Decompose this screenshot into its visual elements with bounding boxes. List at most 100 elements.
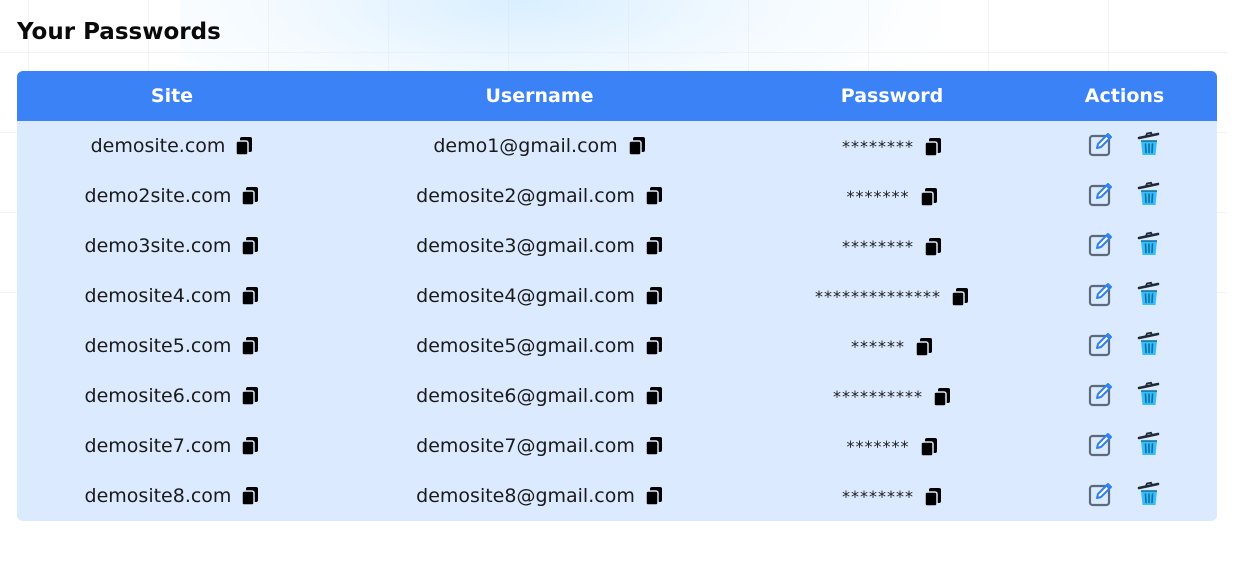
delete-button[interactable]	[1136, 181, 1162, 207]
passwords-table-container: Site Username Password Actions demosite.…	[17, 71, 1217, 521]
copy-site-button[interactable]	[241, 186, 259, 206]
actions-cell	[1032, 171, 1217, 221]
site-text: demosite5.com	[84, 335, 232, 357]
edit-button[interactable]	[1088, 181, 1114, 207]
trash-icon	[1137, 181, 1159, 205]
copy-site-button[interactable]	[241, 286, 259, 306]
copy-icon	[924, 137, 941, 157]
edit-button[interactable]	[1088, 331, 1114, 357]
site-cell: demosite.com	[17, 121, 327, 171]
username-text: demosite5@gmail.com	[416, 335, 635, 357]
actions-cell	[1032, 221, 1217, 271]
edit-icon	[1088, 482, 1112, 506]
password-text: **********	[833, 387, 923, 406]
password-cell: ******	[752, 321, 1032, 371]
delete-button[interactable]	[1136, 331, 1162, 357]
copy-username-button[interactable]	[645, 336, 663, 356]
edit-icon	[1088, 382, 1112, 406]
delete-button[interactable]	[1136, 381, 1162, 407]
copy-icon	[627, 137, 645, 156]
password-cell: **********	[752, 371, 1032, 421]
username-cell: demosite3@gmail.com	[327, 221, 752, 271]
copy-icon	[645, 337, 662, 356]
delete-button[interactable]	[1136, 131, 1162, 157]
copy-username-button[interactable]	[645, 486, 663, 506]
password-cell: ********	[752, 121, 1032, 171]
copy-password-button[interactable]	[924, 487, 942, 507]
copy-password-button[interactable]	[951, 287, 969, 307]
delete-button[interactable]	[1136, 481, 1162, 507]
password-text: ********	[842, 137, 914, 156]
edit-button[interactable]	[1088, 481, 1114, 507]
edit-button[interactable]	[1088, 281, 1114, 307]
username-cell: demosite7@gmail.com	[327, 421, 752, 471]
username-text: demosite3@gmail.com	[416, 235, 635, 257]
site-text: demosite4.com	[84, 285, 232, 307]
username-cell: demosite8@gmail.com	[327, 471, 752, 521]
copy-password-button[interactable]	[919, 187, 938, 207]
trash-icon	[1137, 431, 1159, 455]
edit-button[interactable]	[1088, 231, 1114, 257]
column-header-actions: Actions	[1084, 85, 1165, 107]
copy-username-button[interactable]	[645, 286, 663, 306]
trash-icon	[1137, 131, 1159, 155]
edit-button[interactable]	[1088, 131, 1114, 157]
copy-icon	[645, 187, 662, 206]
edit-icon	[1088, 282, 1112, 306]
copy-site-button[interactable]	[241, 436, 259, 456]
edit-button[interactable]	[1088, 431, 1114, 457]
table-row: demosite4.com demosite4@gmail.com ******…	[17, 271, 1217, 321]
copy-username-button[interactable]	[645, 236, 663, 256]
site-text: demosite.com	[90, 135, 226, 157]
username-text: demosite4@gmail.com	[416, 285, 635, 307]
copy-username-button[interactable]	[627, 136, 646, 156]
site-cell: demosite4.com	[17, 271, 327, 321]
copy-icon	[241, 237, 259, 256]
copy-username-button[interactable]	[645, 186, 663, 206]
edit-button[interactable]	[1088, 381, 1114, 407]
trash-icon	[1137, 281, 1159, 305]
delete-button[interactable]	[1136, 431, 1162, 457]
site-text: demo2site.com	[84, 185, 232, 207]
copy-username-button[interactable]	[645, 386, 663, 406]
copy-site-button[interactable]	[241, 386, 259, 406]
site-cell: demosite5.com	[17, 321, 327, 371]
copy-password-button[interactable]	[919, 437, 938, 457]
password-text: *******	[846, 437, 910, 456]
edit-icon	[1088, 132, 1112, 156]
copy-password-button[interactable]	[924, 137, 942, 157]
copy-icon	[241, 437, 259, 456]
copy-site-button[interactable]	[235, 136, 253, 156]
copy-icon	[241, 487, 259, 506]
password-cell: *******	[752, 171, 1032, 221]
password-cell: ********	[752, 221, 1032, 271]
copy-icon	[915, 337, 932, 357]
copy-password-button[interactable]	[933, 387, 951, 407]
copy-icon	[645, 287, 662, 306]
copy-icon	[241, 287, 259, 306]
username-text: demosite7@gmail.com	[416, 435, 635, 457]
site-cell: demo3site.com	[17, 221, 327, 271]
site-text: demosite8.com	[84, 485, 232, 507]
site-cell: demo2site.com	[17, 171, 327, 221]
copy-icon	[241, 337, 259, 356]
delete-button[interactable]	[1136, 281, 1162, 307]
site-cell: demosite7.com	[17, 421, 327, 471]
copy-password-button[interactable]	[924, 237, 942, 257]
copy-site-button[interactable]	[241, 486, 259, 506]
copy-icon	[924, 237, 941, 257]
table-row: demo3site.com demosite3@gmail.com ******…	[17, 221, 1217, 271]
copy-password-button[interactable]	[915, 337, 933, 357]
copy-icon	[919, 187, 937, 207]
copy-icon	[645, 437, 662, 456]
copy-site-button[interactable]	[241, 236, 259, 256]
actions-cell	[1032, 371, 1217, 421]
table-row: demosite6.com demosite6@gmail.com ******…	[17, 371, 1217, 421]
delete-button[interactable]	[1136, 231, 1162, 257]
trash-icon	[1137, 331, 1159, 355]
site-text: demosite7.com	[84, 435, 232, 457]
password-text: ********	[842, 487, 914, 506]
copy-site-button[interactable]	[241, 336, 259, 356]
copy-icon	[645, 237, 662, 256]
copy-username-button[interactable]	[645, 436, 663, 456]
